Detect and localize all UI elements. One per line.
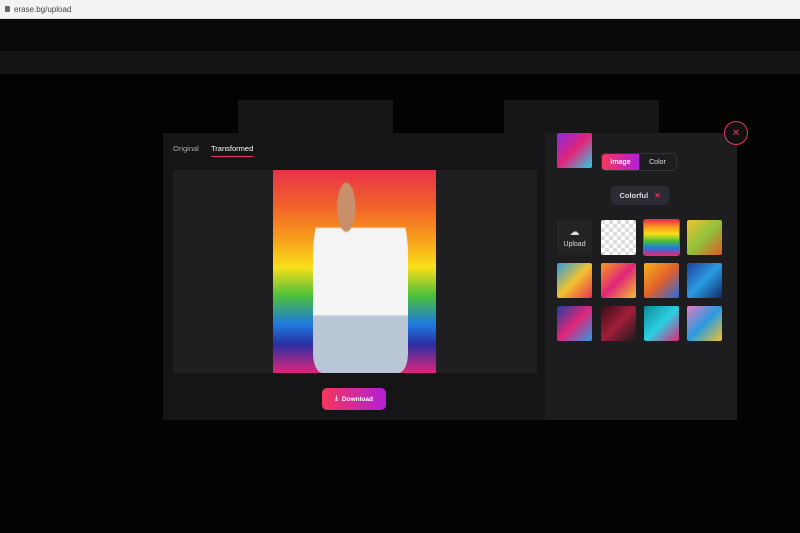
transformed-image bbox=[273, 170, 436, 373]
address-bar[interactable]: erase.bg/upload bbox=[0, 0, 800, 19]
background-type-toggle: Image Color bbox=[601, 153, 677, 171]
bg-result-card bbox=[504, 100, 659, 133]
preview-stage bbox=[173, 170, 537, 373]
background-panel: Image Color Colorful ✕ ☁ Upload bbox=[545, 133, 737, 420]
background-thumbnail-transparent[interactable] bbox=[601, 220, 636, 255]
upload-label: Upload bbox=[563, 241, 586, 248]
upload-background-button[interactable]: ☁ Upload bbox=[557, 220, 592, 255]
category-chip[interactable]: Colorful ✕ bbox=[611, 186, 669, 205]
close-button[interactable]: ✕ bbox=[724, 121, 748, 145]
page-header-dimmed bbox=[0, 19, 800, 51]
background-thumbnail-rainbow[interactable] bbox=[643, 219, 680, 256]
background-thumbnail-teal[interactable] bbox=[644, 306, 679, 341]
bg-original-card bbox=[238, 100, 393, 133]
cloud-upload-icon: ☁ bbox=[569, 227, 580, 238]
url-text: erase.bg/upload bbox=[14, 5, 72, 14]
result-modal: Original Transformed ⤓ Download Image Col… bbox=[163, 133, 737, 420]
background-thumbnail-red-blue[interactable] bbox=[557, 306, 592, 341]
subject bbox=[313, 178, 408, 373]
color-option[interactable]: Color bbox=[639, 154, 676, 170]
lock-icon bbox=[5, 6, 10, 12]
background-thumbnail-dark-red[interactable] bbox=[601, 306, 636, 341]
download-icon: ⤓ bbox=[335, 395, 338, 402]
preview-pane: Original Transformed ⤓ Download bbox=[163, 133, 545, 420]
background-thumbnail-multi[interactable] bbox=[557, 263, 592, 298]
download-button[interactable]: ⤓ Download bbox=[322, 388, 386, 410]
tab-original[interactable]: Original bbox=[173, 144, 199, 156]
background-thumbnail-orange-pink[interactable] bbox=[601, 263, 636, 298]
background-thumbnail-purple-pink[interactable] bbox=[557, 133, 592, 168]
background-thumbnail-yellow[interactable] bbox=[687, 220, 722, 255]
background-thumbnail-blue[interactable] bbox=[687, 263, 722, 298]
remove-icon[interactable]: ✕ bbox=[654, 191, 660, 200]
close-icon: ✕ bbox=[731, 127, 741, 139]
tab-transformed[interactable]: Transformed bbox=[211, 144, 254, 157]
banner-dimmed bbox=[0, 51, 800, 74]
background-thumbnail-orange[interactable] bbox=[644, 263, 679, 298]
background-thumbnail-pink-blue[interactable] bbox=[687, 306, 722, 341]
image-option[interactable]: Image bbox=[602, 154, 639, 170]
